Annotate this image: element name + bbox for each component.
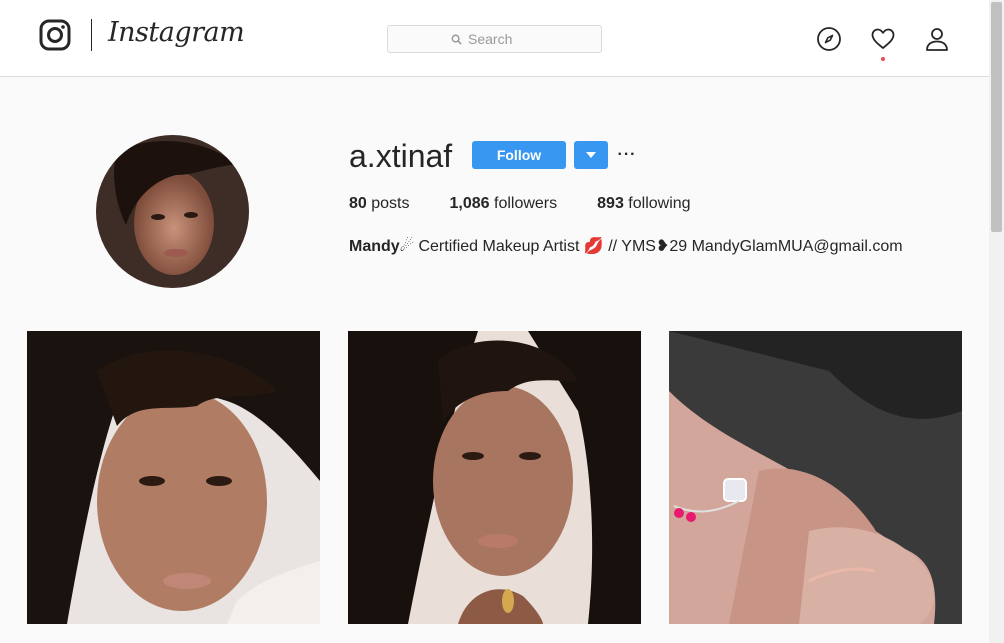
post-thumbnail[interactable] — [669, 331, 962, 624]
post-thumbnail[interactable] — [348, 331, 641, 624]
logo-divider — [91, 19, 92, 51]
post-thumbnail[interactable] — [27, 331, 320, 624]
profile-avatar[interactable] — [96, 135, 249, 288]
post-photo — [348, 331, 641, 624]
notification-dot — [881, 57, 885, 61]
followers-count: 1,086 — [449, 195, 490, 212]
instagram-glyph-icon[interactable] — [39, 19, 71, 51]
profile-stats: 80 posts 1,086 followers 893 following — [349, 195, 731, 213]
following-stat[interactable]: 893 following — [597, 195, 690, 213]
follow-button[interactable]: Follow — [472, 141, 566, 169]
posts-label: posts — [371, 195, 410, 212]
more-options-button[interactable]: ··· — [618, 146, 636, 164]
search-icon — [451, 34, 462, 45]
posts-stat: 80 posts — [349, 195, 410, 213]
activity-heart-icon[interactable] — [870, 26, 896, 52]
explore-compass-icon[interactable] — [816, 26, 842, 52]
scrollbar-thumb[interactable] — [991, 2, 1002, 232]
profile-full-name: Mandy — [349, 238, 400, 255]
profile-bio: Mandy☄ Certified Makeup Artist 💋 // YMS❥… — [349, 236, 903, 256]
followers-stat[interactable]: 1,086 followers — [450, 195, 558, 213]
avatar-photo — [96, 135, 249, 288]
profile-person-icon[interactable] — [924, 26, 950, 52]
post-photo — [27, 331, 320, 624]
chevron-down-icon — [586, 152, 596, 158]
following-label: following — [628, 195, 691, 212]
posts-count: 80 — [349, 195, 367, 212]
bio-text: ☄ Certified Makeup Artist 💋 // YMS❥29 Ma… — [399, 238, 903, 255]
search-box[interactable] — [387, 25, 602, 53]
post-photo — [669, 331, 962, 624]
followers-label: followers — [494, 195, 558, 212]
profile-username: a.xtinaf — [349, 138, 453, 174]
top-navigation: Instagram — [0, 0, 989, 77]
instagram-wordmark[interactable]: Instagram — [108, 17, 245, 48]
search-input[interactable] — [468, 31, 538, 47]
suggested-accounts-dropdown-button[interactable] — [574, 141, 608, 169]
page-scrollbar[interactable] — [989, 0, 1004, 643]
following-count: 893 — [597, 195, 624, 212]
